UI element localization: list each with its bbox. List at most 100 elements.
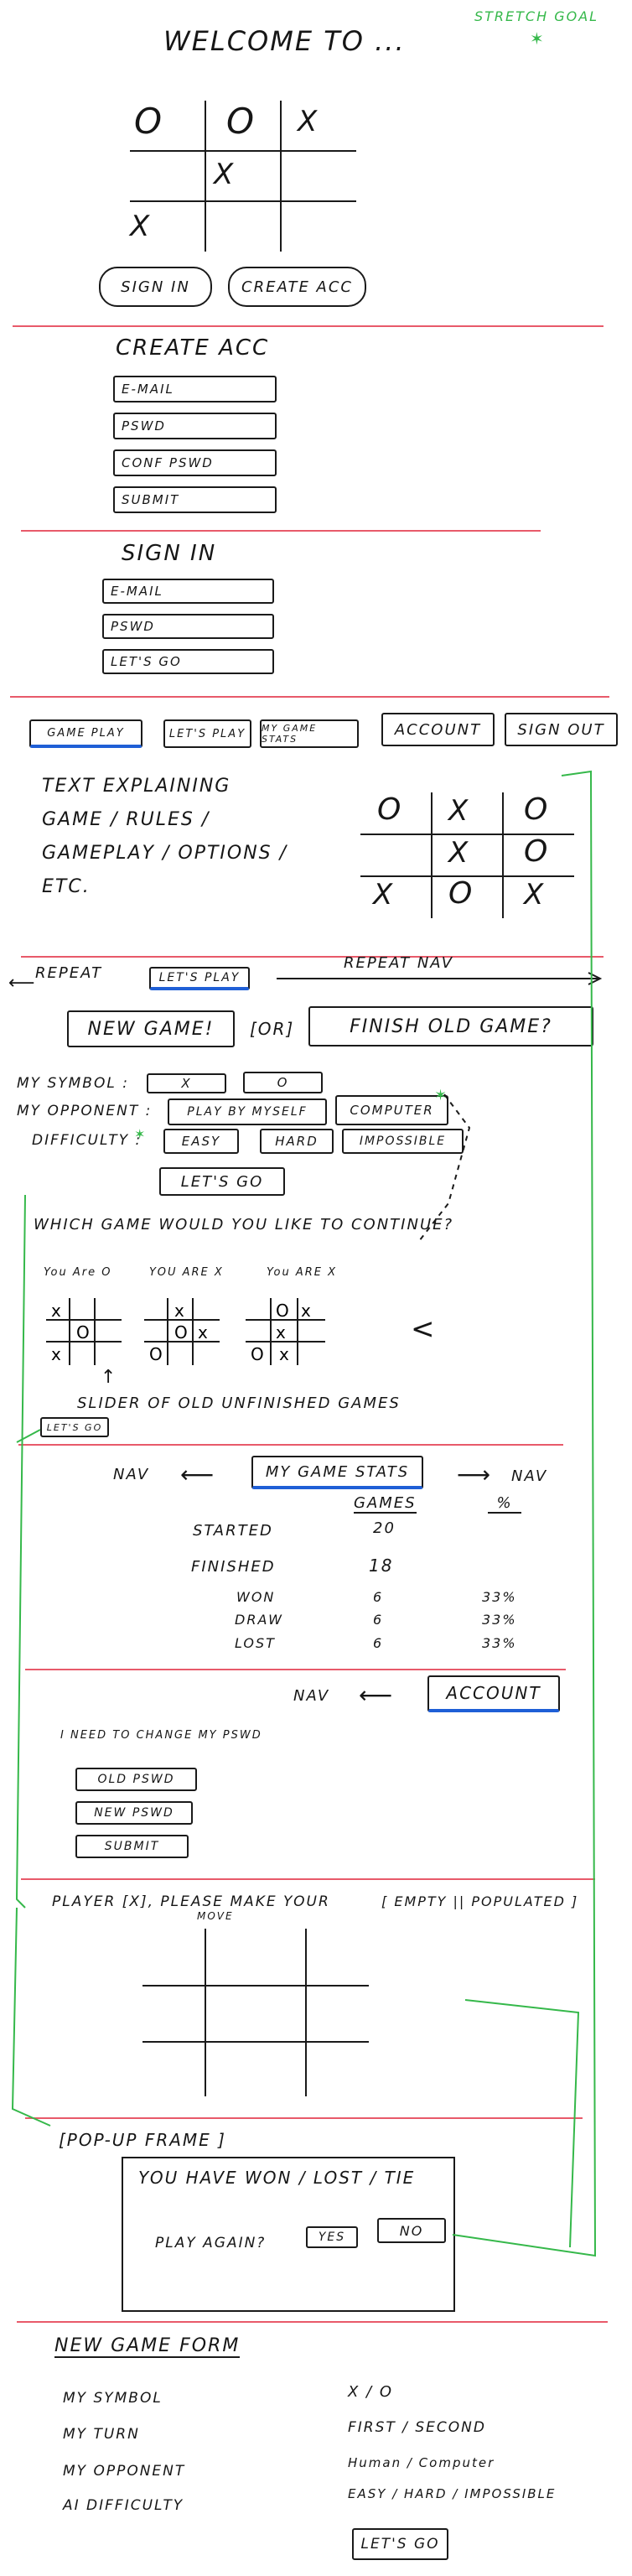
no-button[interactable]: NO <box>377 2218 446 2243</box>
tab-game-play[interactable]: GAME PLAY <box>29 719 142 748</box>
left-arrow-icon: ⟵ <box>8 973 37 994</box>
account-note: I NEED TO CHANGE MY PSWD <box>60 1729 262 1742</box>
yes-button[interactable]: YES <box>306 2226 358 2248</box>
gameplay-cell-4: X <box>448 836 470 870</box>
impossible-option[interactable]: IMPOSSIBLE <box>342 1129 464 1154</box>
gameplay-cell-0: O <box>377 792 403 827</box>
stats-row-label: DRAW <box>235 1612 283 1628</box>
gameplay-explain-1: TEXT EXPLAINING <box>42 776 231 797</box>
form-row-label: MY SYMBOL <box>63 2390 163 2407</box>
divider <box>17 2321 608 2323</box>
left-arrow-icon: ⟵ <box>180 1461 216 1488</box>
gameplay-cell-7: O <box>448 876 474 911</box>
svg-text:O: O <box>251 1344 264 1364</box>
board-state-label: [ EMPTY || POPULATED ] <box>381 1893 579 1909</box>
form-row-value: Human / Computer <box>348 2455 495 2470</box>
email-field[interactable]: E-MAIL <box>113 376 277 402</box>
stats-row-games: 6 <box>373 1589 384 1605</box>
tab-my-game-stats[interactable]: MY GAME STATS <box>251 1456 423 1489</box>
submit-button[interactable]: SUBMIT <box>75 1835 189 1858</box>
lets-go-button[interactable]: LET'S GO <box>102 649 274 674</box>
stats-row-label: WON <box>236 1589 276 1605</box>
repeat-label: REPEAT <box>35 964 103 982</box>
sign-out-button[interactable]: SIGN OUT <box>505 713 618 746</box>
form-row-label: MY OPPONENT <box>63 2463 186 2480</box>
create-account-title: CREATE ACC <box>116 335 270 361</box>
divider <box>21 1878 595 1880</box>
stats-row-games: 20 <box>373 1519 396 1537</box>
sign-in-button[interactable]: SIGN IN <box>99 267 212 307</box>
tab-my-game-stats[interactable]: MY GAME STATS <box>260 719 359 748</box>
computer-option[interactable]: COMPUTER <box>335 1095 448 1125</box>
stats-row-games: 6 <box>373 1635 384 1651</box>
svg-text:x: x <box>301 1301 311 1321</box>
play-again-label: PLAY AGAIN? <box>155 2235 267 2251</box>
svg-text:O: O <box>174 1322 188 1343</box>
stats-row-label: LOST <box>235 1635 276 1651</box>
welcome-cell-2: X <box>298 105 319 138</box>
turn-prompt-move: MOVE <box>197 1910 234 1922</box>
stretch-goal-label: STRETCH GOAL <box>474 8 599 24</box>
lets-go-button[interactable]: LET'S GO <box>40 1417 109 1437</box>
popup-result: YOU HAVE WON / LOST / TIE <box>138 2168 416 2188</box>
stats-row-pct: 33% <box>482 1612 517 1628</box>
password-field[interactable]: PSWD <box>102 614 274 639</box>
form-row-value: EASY / HARD / IMPOSSIBLE <box>348 2486 557 2501</box>
tab-account[interactable]: ACCOUNT <box>427 1675 560 1712</box>
stats-col-games: GAMES <box>354 1494 417 1514</box>
symbol-x-option[interactable]: X <box>147 1073 226 1093</box>
account-button[interactable]: ACCOUNT <box>381 713 495 746</box>
old-password-field[interactable]: OLD PSWD <box>75 1768 197 1791</box>
svg-text:O: O <box>76 1322 90 1343</box>
welcome-board: O O X X X <box>130 101 356 252</box>
svg-text:O: O <box>149 1344 163 1364</box>
tab-lets-play[interactable]: LET'S PLAY <box>149 967 250 990</box>
selected-check-icon: ✶ <box>434 1087 448 1104</box>
right-arrow-icon <box>277 972 603 985</box>
gameplay-cell-5: O <box>524 834 550 869</box>
turn-prompt: PLAYER [X], PLEASE MAKE YOUR <box>52 1893 330 1910</box>
my-symbol-label: MY SYMBOL : <box>17 1075 129 1092</box>
slider-arrow-icon: < <box>411 1312 437 1346</box>
divider <box>25 2117 583 2119</box>
stretch-goal-star-icon: ✶ <box>530 29 544 49</box>
continue-label-1: YOU ARE X <box>149 1266 224 1279</box>
lets-go-button[interactable]: LET'S GO <box>352 2528 448 2560</box>
email-field[interactable]: E-MAIL <box>102 579 274 604</box>
welcome-title: WELCOME TO ... <box>163 25 406 57</box>
play-by-myself-option[interactable]: PLAY BY MYSELF <box>168 1098 327 1125</box>
gameplay-explain-3: GAMEPLAY / OPTIONS / <box>42 843 288 864</box>
new-password-field[interactable]: NEW PSWD <box>75 1801 193 1825</box>
hard-option[interactable]: HARD <box>260 1129 334 1154</box>
svg-text:x: x <box>174 1301 184 1321</box>
saved-game-thumbnail[interactable]: O x x O x <box>246 1298 325 1365</box>
gameplay-explain-2: GAME / RULES / <box>42 809 210 830</box>
welcome-cell-4: X <box>214 158 236 191</box>
tab-lets-play[interactable]: LET'S PLAY <box>163 719 251 748</box>
popup-title: [POP-UP FRAME ] <box>59 2130 226 2150</box>
saved-game-thumbnail[interactable]: x O x <box>46 1298 122 1365</box>
game-board[interactable] <box>142 1929 369 2096</box>
finish-old-game-button[interactable]: FINISH OLD GAME? <box>308 1006 593 1046</box>
divider <box>25 1669 566 1670</box>
stats-row-label: FINISHED <box>191 1558 276 1576</box>
lets-go-button[interactable]: LET'S GO <box>159 1167 285 1196</box>
submit-button[interactable]: SUBMIT <box>113 486 277 513</box>
welcome-cell-1: O <box>226 101 256 142</box>
confirm-password-field[interactable]: CONF PSWD <box>113 449 277 476</box>
password-field[interactable]: PSWD <box>113 413 277 439</box>
new-game-form-title: NEW GAME FORM <box>54 2335 241 2358</box>
gameplay-cell-6: X <box>373 878 395 911</box>
divider <box>18 1444 563 1446</box>
continue-question: WHICH GAME WOULD YOU LIKE TO CONTINUE? <box>34 1216 454 1233</box>
new-game-button[interactable]: NEW GAME! <box>67 1010 235 1047</box>
gameplay-board: O X O X O X O X <box>360 792 574 918</box>
gameplay-cell-8: X <box>524 878 546 911</box>
easy-option[interactable]: EASY <box>163 1129 239 1154</box>
symbol-o-option[interactable]: O <box>243 1072 323 1093</box>
right-arrow-icon: ⟶ <box>457 1461 493 1488</box>
svg-text:x: x <box>276 1322 286 1343</box>
saved-game-thumbnail[interactable]: x O O x <box>144 1298 220 1365</box>
create-account-button[interactable]: CREATE ACC <box>228 267 366 307</box>
welcome-cell-6: X <box>130 210 152 243</box>
